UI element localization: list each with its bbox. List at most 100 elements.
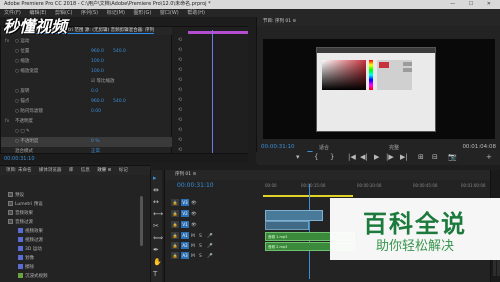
tab-libraries[interactable]: 库	[69, 168, 74, 173]
effect-controls-timecode[interactable]: 00:00:31:10	[4, 156, 35, 162]
step-forward-icon[interactable]: |▶	[386, 153, 394, 161]
list-item[interactable]: 划像	[18, 255, 34, 261]
mute-icon[interactable]: M	[191, 244, 199, 249]
lock-icon[interactable]: 🔒	[171, 252, 179, 259]
window-controls[interactable]: — ☐ ✕	[450, 0, 497, 9]
list-item[interactable]: 视频效果	[18, 228, 43, 234]
list-item[interactable]: Lumetri 预设	[8, 201, 43, 207]
ec-row-uniform-scale[interactable]: ☑ 等比缩放	[1, 77, 173, 87]
zoom-select[interactable]: 适合	[319, 144, 329, 151]
step-back-icon[interactable]: ◀|	[360, 153, 368, 161]
menu-window[interactable]: 窗口(W)	[160, 10, 179, 16]
mic-icon[interactable]: 🎤	[207, 254, 215, 259]
timeline-tab[interactable]: 序列 01 ≡	[165, 170, 491, 180]
resolution-select[interactable]: 完整	[389, 144, 399, 151]
list-item[interactable]: 视频过渡	[18, 237, 43, 243]
reset-icon[interactable]: ⟲	[176, 67, 184, 77]
selection-tool-icon[interactable]: ▸	[153, 174, 157, 182]
mic-icon[interactable]: 🎤	[207, 244, 215, 249]
reset-icon[interactable]: ⟲	[176, 87, 184, 97]
track-header[interactable]: 🔒 A3 M S 🎤	[171, 252, 261, 261]
track-header[interactable]: 🔒 V3 👁	[171, 199, 261, 208]
ec-row-position[interactable]: ○ 位置 960.0 540.0	[1, 47, 173, 57]
track-header[interactable]: 🔒 A2 M S 🎤	[171, 242, 261, 251]
lock-icon[interactable]: 🔒	[171, 210, 179, 217]
list-item[interactable]: 3D 运动	[18, 246, 42, 252]
rate-stretch-tool-icon[interactable]: ⟷	[153, 210, 163, 218]
reset-icon[interactable]: ⟲	[176, 107, 184, 117]
keyframe-area[interactable]: ⟲ ⟲ ⟲ ⟲ ⟲ ⟲ ⟲ ⟲ ⟲ ⟲ ⟲ ⟲	[172, 26, 248, 162]
video-clip[interactable]	[265, 221, 309, 230]
tab-effects[interactable]: 效果 ≡	[97, 168, 111, 173]
track-header[interactable]: 🔒 V2 👁	[171, 210, 261, 219]
list-item[interactable]: 沉浸式视频	[18, 273, 48, 279]
solo-icon[interactable]: S	[199, 244, 207, 249]
menu-markers[interactable]: 标记(M)	[107, 10, 125, 16]
tab-info[interactable]: 信息	[81, 168, 90, 173]
add-button-icon[interactable]: +	[486, 153, 492, 161]
eye-icon[interactable]: 👁	[191, 212, 199, 217]
lock-icon[interactable]: 🔒	[171, 221, 179, 228]
tab-media-browser[interactable]: 媒体浏览器	[39, 168, 62, 173]
reset-icon[interactable]: ⟲	[176, 37, 184, 47]
reset-icon[interactable]: ⟲	[176, 127, 184, 137]
play-icon[interactable]: ▶	[374, 153, 379, 161]
eye-icon[interactable]: 👁	[191, 223, 199, 228]
timeline-timecode[interactable]: 00:00:31:10	[177, 182, 214, 189]
reset-icon[interactable]: ⟲	[176, 57, 184, 67]
mic-icon[interactable]: 🎤	[207, 234, 215, 239]
tab-markers[interactable]: 标记	[119, 168, 128, 173]
reset-icon[interactable]: ⟲	[176, 77, 184, 87]
solo-icon[interactable]: S	[199, 234, 207, 239]
list-item[interactable]: 音频效果	[8, 210, 33, 216]
list-item[interactable]: 音频过渡	[8, 219, 33, 225]
lift-icon[interactable]: ⊞	[418, 153, 424, 161]
track-header[interactable]: 🔒 A1 M S 🎤	[171, 232, 261, 241]
tab-project[interactable]: 项目: 未命名	[6, 168, 31, 173]
ec-row-anchor[interactable]: ○ 锚点 960.0 540.0	[1, 97, 173, 107]
ec-row-opacity-group[interactable]: fx 不透明度	[1, 117, 173, 127]
mute-icon[interactable]: M	[191, 234, 199, 239]
pen-tool-icon[interactable]: ✒	[153, 246, 159, 254]
eye-icon[interactable]: 👁	[191, 201, 199, 206]
mark-in-icon[interactable]: {	[314, 153, 318, 161]
reset-icon[interactable]: ⟲	[176, 97, 184, 107]
mark-out-icon[interactable]: }	[330, 153, 334, 161]
ec-row-rotation[interactable]: ○ 旋转 0.0	[1, 87, 173, 97]
lock-icon[interactable]: 🔒	[171, 199, 179, 206]
reset-icon[interactable]: ⟲	[176, 137, 184, 147]
ec-row-motion[interactable]: fx ○ 运动	[1, 37, 173, 47]
ec-row-mask-tools[interactable]: ○ □ ✎	[1, 127, 173, 137]
ec-row-scale[interactable]: ○ 缩放 100.0	[1, 57, 173, 67]
track-header[interactable]: 🔒 V1 👁	[171, 221, 261, 230]
mute-icon[interactable]: M	[191, 254, 199, 259]
slip-tool-icon[interactable]: ⟺	[153, 234, 163, 242]
type-tool-icon[interactable]: T	[153, 270, 157, 278]
ec-row-opacity[interactable]: ○ 不透明度 0 %	[1, 137, 173, 147]
ripple-edit-tool-icon[interactable]: ↔	[153, 198, 159, 206]
list-item[interactable]: 预设	[8, 192, 24, 198]
reset-icon[interactable]: ⟲	[176, 117, 184, 127]
program-monitor-tab[interactable]: 节目: 序列 01 ≡	[257, 17, 500, 26]
menu-help[interactable]: 帮助(H)	[187, 10, 205, 16]
marker-icon[interactable]: ▾	[296, 153, 300, 161]
extract-icon[interactable]: ⊟	[432, 153, 438, 161]
work-area-bar[interactable]	[263, 195, 353, 197]
list-item[interactable]: 擦除	[18, 264, 34, 270]
ec-row-anti-flicker[interactable]: ○ 防闪烁滤镜 0.00	[1, 107, 173, 117]
solo-icon[interactable]: S	[199, 254, 207, 259]
menu-sequence[interactable]: 序列(S)	[81, 10, 98, 16]
lock-icon[interactable]: 🔒	[171, 242, 179, 249]
video-clip[interactable]	[265, 210, 323, 221]
razor-tool-icon[interactable]: ✂	[153, 222, 159, 230]
menu-graphics[interactable]: 图形(G)	[134, 10, 152, 16]
go-to-in-icon[interactable]: |◀	[348, 153, 356, 161]
camera-icon[interactable]: 📷	[448, 153, 457, 161]
track-select-tool-icon[interactable]: ⇹	[153, 186, 159, 194]
lock-icon[interactable]: 🔒	[171, 232, 179, 239]
program-timecode[interactable]: 00:00:31:10	[261, 144, 295, 150]
hand-tool-icon[interactable]: ✋	[153, 258, 162, 266]
ec-row-scale-width[interactable]: ○ 缩放宽度 100.0	[1, 67, 173, 77]
project-scrollbar[interactable]	[140, 196, 143, 246]
keyframe-playhead[interactable]	[212, 30, 213, 160]
